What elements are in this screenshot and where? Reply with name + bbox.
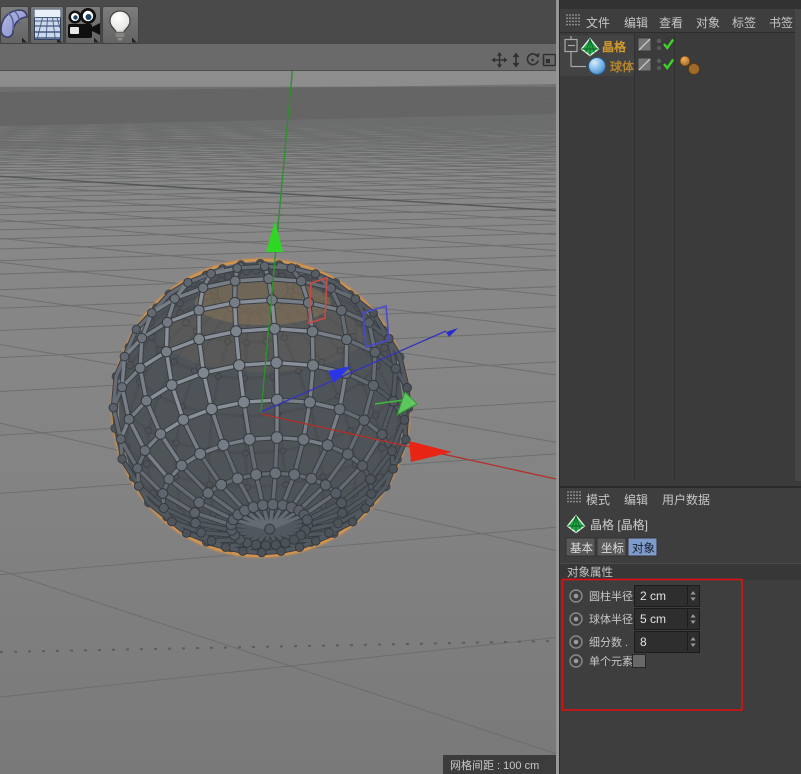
svg-text:细分数 .: 细分数 . [589,636,628,649]
svg-text:模式: 模式 [586,493,610,507]
svg-text:编辑: 编辑 [624,15,648,30]
svg-text:单个元素: 单个元素 [589,655,633,668]
svg-text:查看: 查看 [659,16,683,30]
svg-text:5 cm: 5 cm [640,612,666,626]
svg-text:对象属性: 对象属性 [567,565,613,579]
svg-text:用户数据: 用户数据 [662,492,710,507]
svg-text:球体: 球体 [610,59,635,74]
svg-text:8: 8 [640,635,647,649]
svg-text:晶格: 晶格 [602,39,627,54]
svg-text:书签: 书签 [769,15,793,30]
svg-text:网格间距 : 100 cm: 网格间距 : 100 cm [450,758,539,772]
svg-text:晶格 [晶格]: 晶格 [晶格] [590,517,648,532]
svg-text:球体半径: 球体半径 [589,612,633,626]
svg-text:文件: 文件 [586,15,610,30]
svg-text:圆柱半径: 圆柱半径 [589,589,633,603]
svg-text:坐标: 坐标 [601,542,624,555]
svg-text:编辑: 编辑 [624,492,648,507]
svg-text:对象: 对象 [696,16,720,30]
svg-text:基本: 基本 [570,541,593,555]
svg-text:标签: 标签 [732,15,756,30]
svg-text:2 cm: 2 cm [640,589,666,603]
svg-text:对象: 对象 [632,541,655,555]
